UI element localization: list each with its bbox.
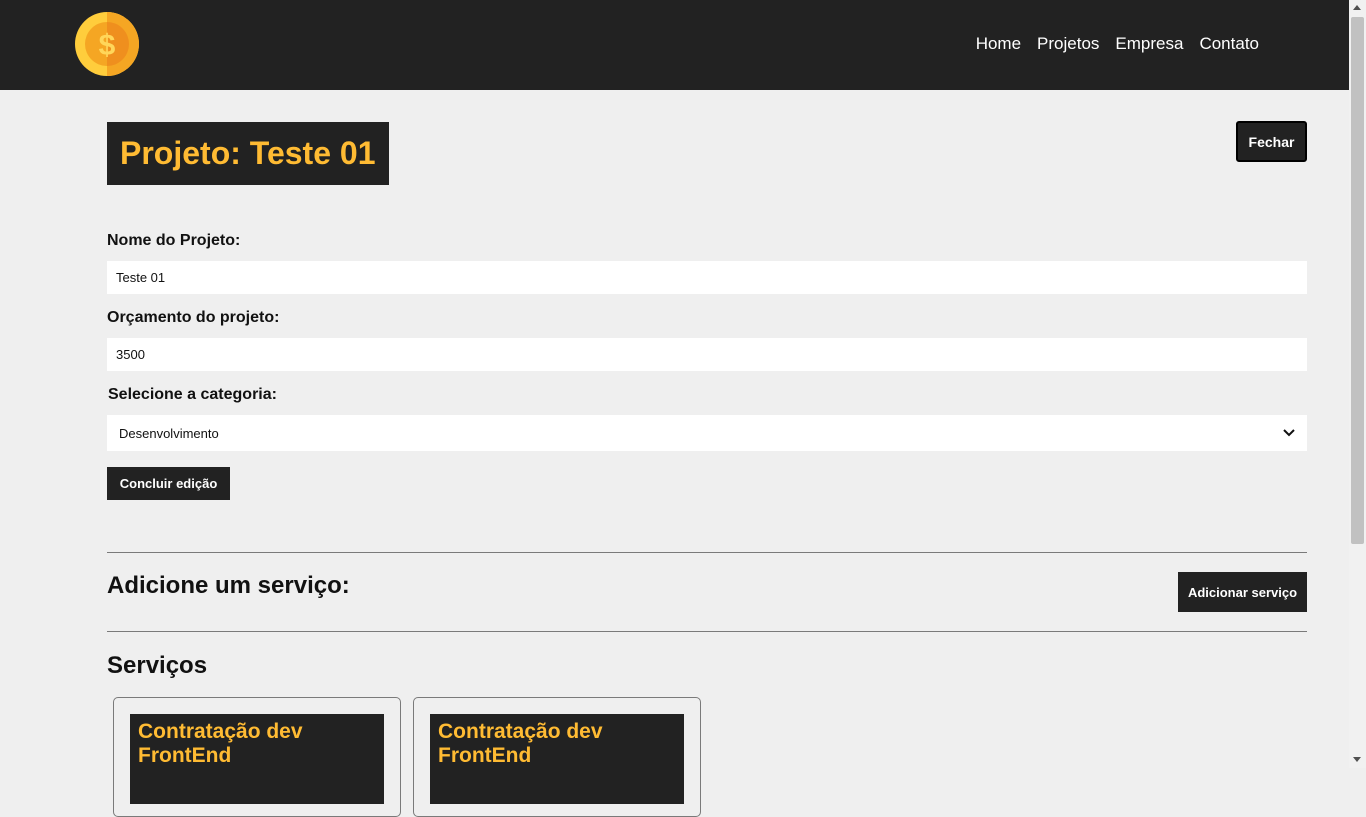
divider (107, 631, 1307, 632)
project-name-label: Nome do Projeto: (107, 232, 241, 249)
category-selected-value: Desenvolvimento (119, 425, 219, 441)
main-nav: Home Projetos Empresa Contato (976, 34, 1259, 54)
close-button[interactable]: Fechar (1236, 121, 1307, 162)
page-title: Projeto: Teste 01 (107, 122, 390, 185)
budget-label: Orçamento do projeto: (107, 309, 280, 326)
category-select[interactable]: Desenvolvimento (107, 415, 1307, 451)
divider (107, 552, 1307, 553)
finish-edit-button[interactable]: Concluir edição (107, 467, 230, 500)
service-card-title: Contratação dev FrontEnd (130, 714, 384, 804)
nav-link-projetos[interactable]: Projetos (1037, 34, 1099, 54)
services-title: Serviços (107, 652, 208, 679)
add-service-title: Adicione um serviço: (107, 572, 350, 599)
nav-link-contato[interactable]: Contato (1199, 34, 1259, 54)
scroll-up-icon[interactable] (1353, 5, 1361, 10)
chevron-down-icon (1283, 429, 1295, 437)
top-navbar: $ Home Projetos Empresa Contato (0, 0, 1349, 90)
service-card-title: Contratação dev FrontEnd (430, 714, 684, 804)
scroll-thumb[interactable] (1351, 17, 1364, 544)
budget-input[interactable] (107, 338, 1307, 371)
nav-link-empresa[interactable]: Empresa (1115, 34, 1183, 54)
category-label: Selecione a categoria: (108, 386, 277, 403)
service-card: Contratação dev FrontEnd (413, 697, 701, 817)
vertical-scrollbar[interactable] (1349, 0, 1366, 768)
project-name-input[interactable] (107, 261, 1307, 294)
dollar-coin-icon[interactable]: $ (74, 11, 140, 77)
svg-text:$: $ (99, 29, 116, 62)
add-service-button[interactable]: Adicionar serviço (1178, 572, 1307, 612)
scroll-down-icon[interactable] (1353, 757, 1361, 762)
nav-link-home[interactable]: Home (976, 34, 1021, 54)
service-card: Contratação dev FrontEnd (113, 697, 401, 817)
